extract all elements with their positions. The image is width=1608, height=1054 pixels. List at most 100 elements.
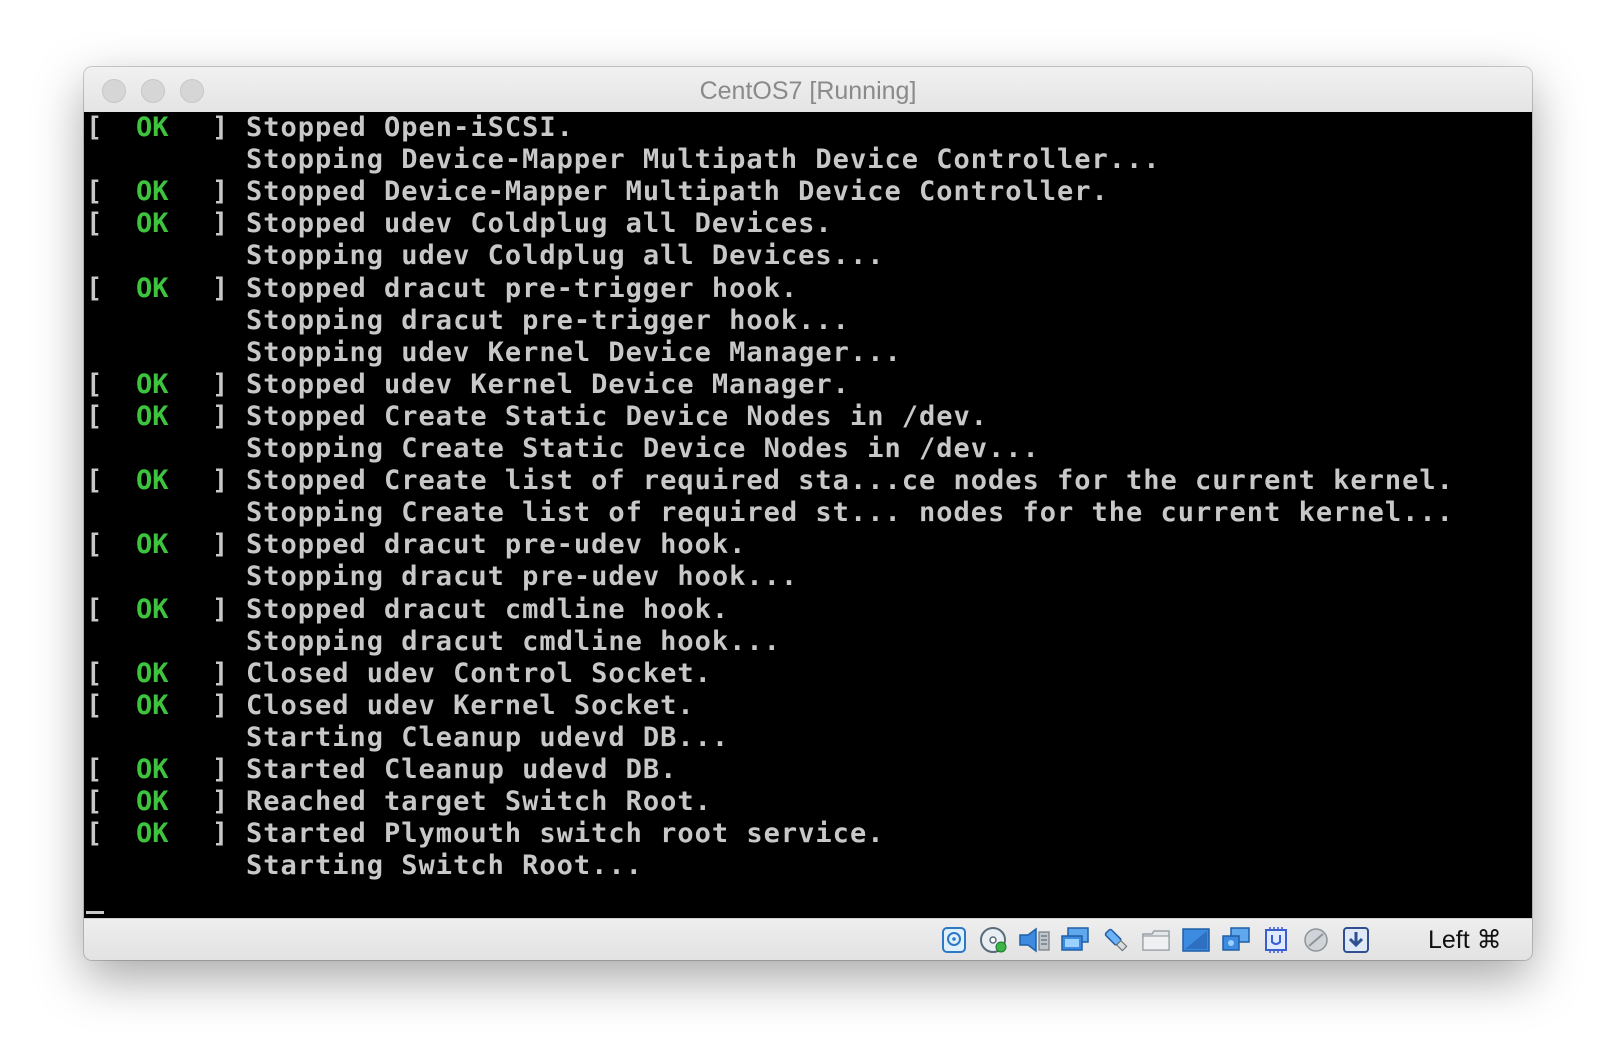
status-ok-label: OK xyxy=(136,368,169,400)
status-ok-label: OK xyxy=(136,465,169,497)
status-bracket-close: ] xyxy=(212,176,229,208)
status-bar: Left ⌘ xyxy=(84,918,1532,960)
status-bracket-open: [ xyxy=(86,208,103,240)
optical-drive-icon[interactable] xyxy=(979,926,1007,954)
status-bracket-close: ] xyxy=(212,529,229,561)
usb-icon[interactable] xyxy=(1101,926,1129,954)
console-message: Stopping udev Coldplug all Devices... xyxy=(246,240,885,272)
status-bracket-open: [ xyxy=(86,657,103,689)
shared-folders-icon[interactable] xyxy=(1141,926,1170,954)
status-ok-label: OK xyxy=(136,754,169,785)
console-line: [ OK] Stopped dracut cmdline hook. xyxy=(84,594,1532,626)
status-bracket-open: [ xyxy=(86,754,103,785)
cpu-icon[interactable] xyxy=(1261,926,1289,954)
status-bracket-close: ] xyxy=(212,593,229,625)
status-bracket-open: [ xyxy=(86,818,103,850)
status-bracket-close: ] xyxy=(212,754,229,785)
console-line: [ OK] Closed udev Control Socket. xyxy=(84,658,1532,690)
console-message: Stopping dracut cmdline hook... xyxy=(246,625,781,657)
status-bracket-close: ] xyxy=(212,786,229,818)
keyboard-capture-icon[interactable] xyxy=(1341,926,1369,954)
console-message: Started Plymouth switch root service. xyxy=(246,818,885,850)
console-line: Starting Switch Root... xyxy=(84,850,1532,882)
console-line: [ OK] Closed udev Kernel Socket. xyxy=(84,690,1532,722)
console-line: [ OK] Stopped udev Coldplug all Devices. xyxy=(84,208,1532,240)
vm-window: CentOS7 [Running] [ OK] Stopped Open-iSCSI… xyxy=(84,67,1532,960)
console-line: [OK] Started Plymouth switch root service… xyxy=(84,818,1532,850)
status-bracket-close: ] xyxy=(212,368,229,400)
status-bracket-open: [ xyxy=(86,593,103,625)
status-bracket-open: [ xyxy=(86,529,103,561)
console-message: Stopped udev Kernel Device Manager. xyxy=(246,368,850,400)
console-message: Closed udev Control Socket. xyxy=(246,657,712,689)
console-message: Starting Cleanup udevd DB... xyxy=(246,721,730,753)
status-ok-label: OK xyxy=(136,208,169,240)
console-message: Stopped Device-Mapper Multipath Device C… xyxy=(246,176,1109,208)
status-ok-label: OK xyxy=(136,400,169,432)
status-ok-label: OK xyxy=(136,272,169,304)
console-message: Stopping Create list of required st... n… xyxy=(246,497,1454,529)
console-message: Stopping Create Static Device Nodes in /… xyxy=(246,433,1040,464)
console-line: [ OK] Stopped dracut pre-udev hook. xyxy=(84,529,1532,561)
console-line: [ OK] Stopped Create list of required sta.… xyxy=(84,465,1532,497)
status-ok-label: OK xyxy=(136,786,169,818)
status-bracket-close: ] xyxy=(212,400,229,432)
status-bracket-close: ] xyxy=(212,465,229,497)
console-message: Stopping dracut pre-udev hook... xyxy=(246,561,799,593)
status-bracket-open: [ xyxy=(86,689,103,721)
console-message: Stopped dracut pre-trigger hook. xyxy=(246,272,799,304)
console-message: Stopped Create list of required sta...ce… xyxy=(246,465,1454,497)
status-bracket-open: [ xyxy=(86,112,103,143)
console-message: Stopped dracut pre-udev hook. xyxy=(246,529,747,561)
console-line: Starting Cleanup udevd DB... xyxy=(84,722,1532,754)
console-message: Stopped Create Static Device Nodes in /d… xyxy=(246,400,988,432)
console-line: [ OK] Stopped Create Static Device Nodes i… xyxy=(84,401,1532,433)
status-bracket-close: ] xyxy=(212,112,229,143)
console-message: Stopped dracut cmdline hook. xyxy=(246,593,730,625)
status-bracket-close: ] xyxy=(212,657,229,689)
console-message: Stopping Device-Mapper Multipath Device … xyxy=(246,144,1161,176)
window-title: CentOS7 [Running] xyxy=(699,77,917,105)
status-ok-label: OK xyxy=(136,112,169,143)
console-message: Stopped Open-iSCSI. xyxy=(246,112,574,143)
status-bracket-open: [ xyxy=(86,368,103,400)
network-icon[interactable] xyxy=(1060,926,1089,954)
console-message: Closed udev Kernel Socket. xyxy=(246,689,695,721)
host-key-label[interactable]: Left ⌘ xyxy=(1428,925,1502,955)
console-line: Stopping udev Kernel Device Manager... xyxy=(84,337,1532,369)
status-ok-label: OK xyxy=(136,529,169,561)
audio-icon[interactable] xyxy=(1018,926,1050,954)
text-cursor xyxy=(86,911,104,914)
console-message: Stopping dracut pre-trigger hook... xyxy=(246,304,850,336)
status-bracket-close: ] xyxy=(212,272,229,304)
console-message: Stopping udev Kernel Device Manager... xyxy=(246,336,902,368)
title-bar[interactable]: CentOS7 [Running] xyxy=(84,67,1532,113)
console-message: Stopped udev Coldplug all Devices. xyxy=(246,208,833,240)
hard-disk-icon[interactable] xyxy=(940,926,968,954)
mouse-integration-icon[interactable] xyxy=(1301,926,1329,954)
status-bracket-open: [ xyxy=(86,786,103,818)
vm-console-screen[interactable]: [ OK] Stopped Open-iSCSI. Stopping Device-M… xyxy=(84,112,1532,918)
status-bracket-close: ] xyxy=(212,208,229,240)
console-message: Started Cleanup udevd DB. xyxy=(246,754,678,785)
status-bracket-open: [ xyxy=(86,176,103,208)
console-message: Reached target Switch Root. xyxy=(246,786,712,818)
console-line: [ OK] Stopped Open-iSCSI. xyxy=(84,112,1532,144)
status-ok-label: OK xyxy=(136,593,169,625)
console-line: Stopping dracut pre-trigger hook... xyxy=(84,305,1532,337)
status-ok-label: OK xyxy=(136,657,169,689)
console-line: Stopping Device-Mapper Multipath Device … xyxy=(84,144,1532,176)
console-line: [OK] Stopped Device-Mapper Multipath Devi… xyxy=(84,176,1532,208)
status-bracket-open: [ xyxy=(86,272,103,304)
status-ok-label: OK xyxy=(136,689,169,721)
console-line: [ OK] Stopped udev Kernel Device Manager. xyxy=(84,369,1532,401)
status-bracket-open: [ xyxy=(86,465,103,497)
status-ok-label: OK xyxy=(136,818,169,850)
display-icon[interactable] xyxy=(1181,926,1210,954)
status-bracket-open: [ xyxy=(86,400,103,432)
status-bracket-close: ] xyxy=(212,689,229,721)
console-line: [ OK] Stopped dracut pre-trigger hook. xyxy=(84,273,1532,305)
video-capture-icon[interactable] xyxy=(1221,926,1250,954)
console-line: [ OK] Started Cleanup udevd DB. xyxy=(84,754,1532,786)
console-line: Stopping Create Static Device Nodes in /… xyxy=(84,433,1532,465)
